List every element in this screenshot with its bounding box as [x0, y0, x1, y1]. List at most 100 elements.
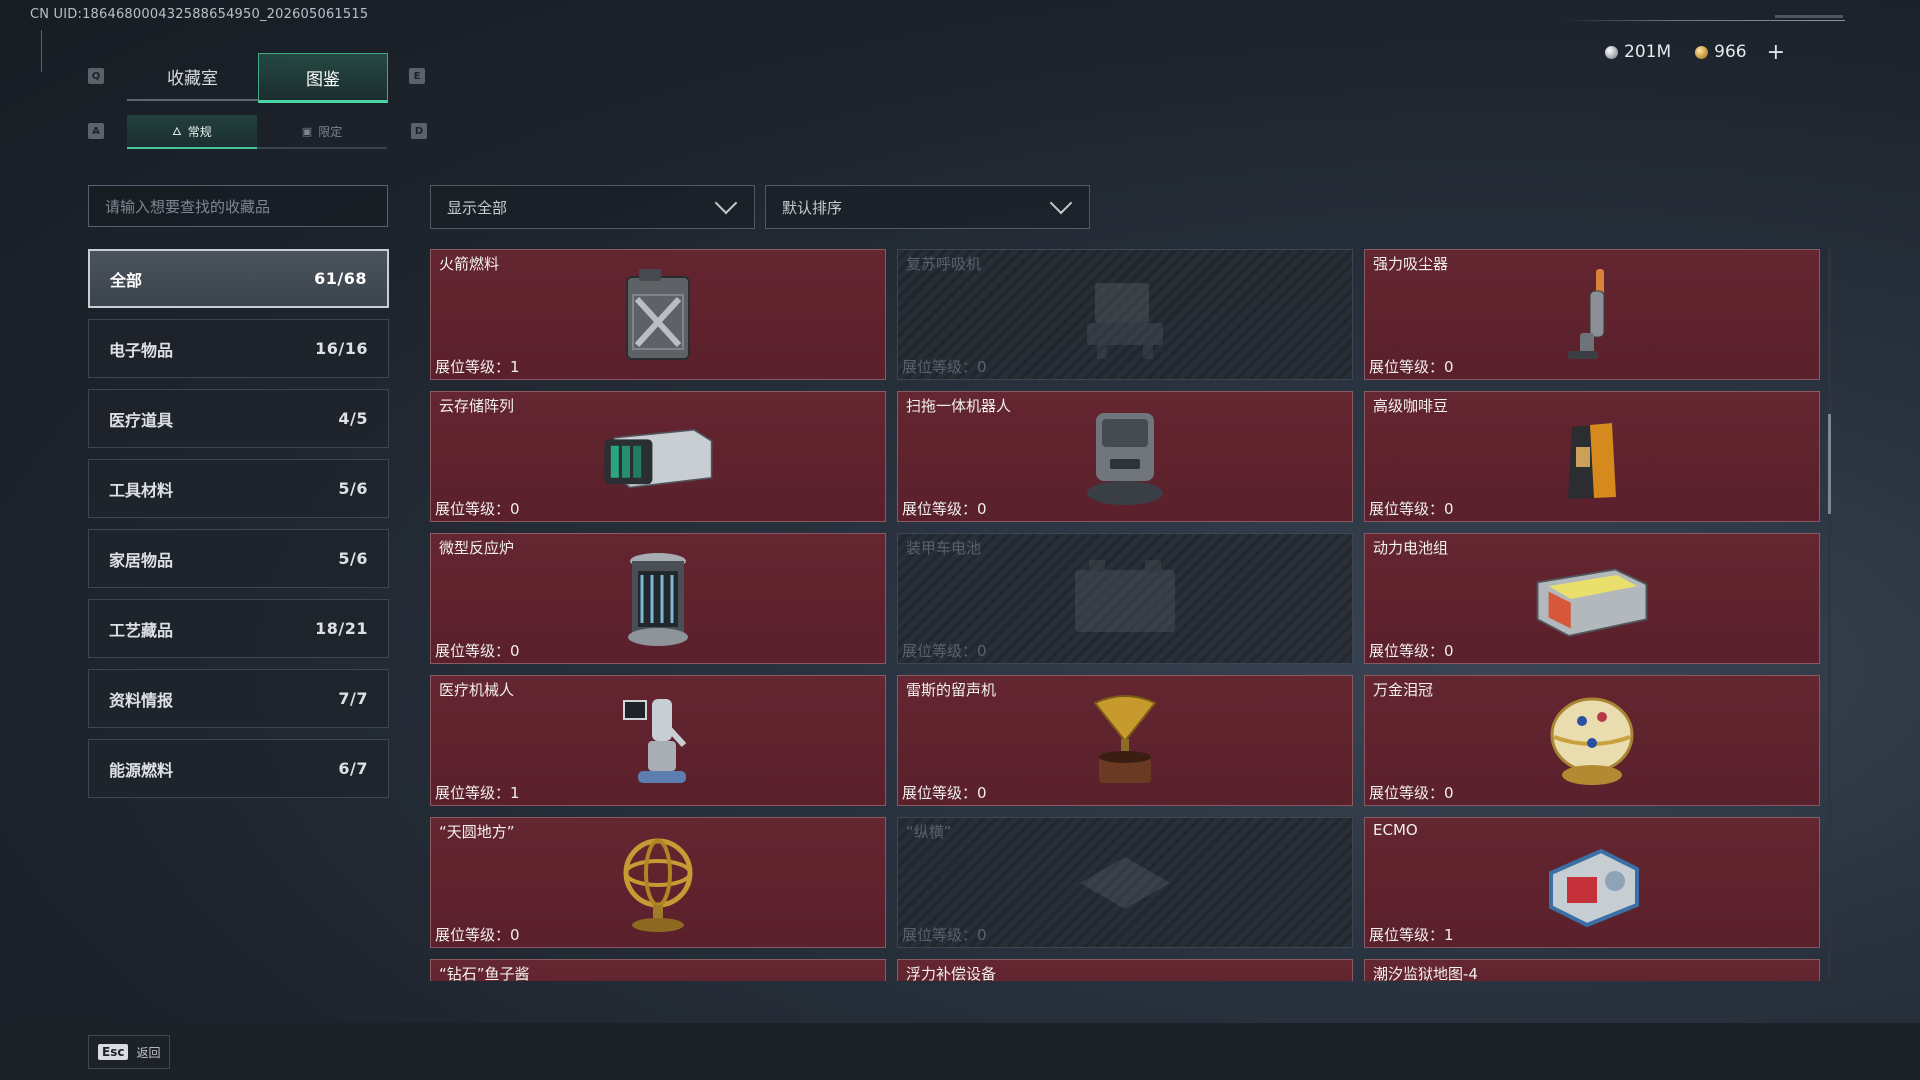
booth-level: 展位等级：1 [435, 356, 520, 377]
next-tab-key[interactable]: E [409, 68, 425, 84]
collection-card[interactable]: “纵横” 展位等级：0 [897, 817, 1353, 948]
booth-level: 展位等级：0 [902, 356, 987, 377]
collection-card[interactable]: 云存储阵列展位等级：0 [430, 391, 886, 522]
collection-card[interactable]: “天圆地方” 展位等级：0 [430, 817, 886, 948]
item-name: “天圆地方” [439, 823, 515, 841]
booth-level-value: 0 [977, 926, 987, 944]
booth-level-prefix: 展位等级： [1369, 500, 1445, 518]
item-name: 微型反应炉 [439, 539, 515, 557]
subtab-regular[interactable]: 🜂 常规 [127, 115, 257, 149]
item-name: “纵横” [906, 823, 952, 841]
category-household[interactable]: 家居物品 5/6 [88, 529, 389, 588]
category-label: 工艺藏品 [109, 620, 174, 640]
currency-bar: 201M 966 + [1605, 40, 1785, 65]
collection-card[interactable]: ECMO 展位等级：1 [1364, 817, 1820, 948]
back-button[interactable]: Esc 返回 [88, 1035, 170, 1069]
item-name: 复苏呼吸机 [906, 255, 982, 273]
category-electronics[interactable]: 电子物品 16/16 [88, 319, 389, 378]
booth-level-value: 1 [510, 358, 520, 376]
chevron-down-icon [1049, 191, 1073, 215]
category-all[interactable]: 全部 61/68 [88, 249, 389, 308]
category-medical[interactable]: 医疗道具 4/5 [88, 389, 389, 448]
item-grid-viewport[interactable]: 火箭燃料 展位等级：1 复苏呼吸机 展位等级：0 强力吸尘器 展位等级：0 云存储阵列 展位等… [430, 249, 1820, 981]
category-label: 电子物品 [109, 340, 174, 360]
booth-level: 展位等级：1 [435, 782, 520, 803]
grid-scrollbar-track[interactable] [1828, 249, 1831, 979]
item-name: 高级咖啡豆 [1373, 397, 1449, 415]
tab-collection-room[interactable]: 收藏室 [127, 53, 258, 101]
booth-level-value: 1 [1444, 926, 1454, 944]
booth-level-prefix: 展位等级： [435, 642, 511, 660]
booth-level-value: 0 [977, 358, 987, 376]
collection-card[interactable]: 微型反应炉展位等级：0 [430, 533, 886, 664]
grid-scrollbar-thumb[interactable] [1828, 414, 1831, 514]
booth-level: 展位等级：0 [902, 498, 987, 519]
item-name: 云存储阵列 [439, 397, 515, 415]
item-name: 强力吸尘器 [1373, 255, 1449, 273]
gold-amount: 966 [1714, 42, 1747, 62]
subtab-limited[interactable]: ▣ 限定 [257, 115, 387, 149]
booth-level: 展位等级：0 [435, 498, 520, 519]
category-energy[interactable]: 能源燃料 6/7 [88, 739, 389, 798]
booth-level: 展位等级：0 [902, 924, 987, 945]
category-label: 工具材料 [109, 480, 174, 500]
esc-key: Esc [98, 1044, 129, 1060]
collection-card[interactable]: 医疗机械人 展位等级：1 [430, 675, 886, 806]
collection-card[interactable]: 强力吸尘器展位等级：0 [1364, 249, 1820, 380]
battery-pack-icon [1532, 547, 1652, 651]
sort-dropdown[interactable]: 默认排序 [765, 185, 1090, 229]
category-count: 5/6 [338, 549, 368, 568]
collection-card[interactable]: 高级咖啡豆 展位等级：0 [1364, 391, 1820, 522]
collection-card[interactable]: 复苏呼吸机展位等级：0 [897, 249, 1353, 380]
booth-level-value: 0 [1444, 642, 1454, 660]
item-name: 雷斯的留声机 [906, 681, 997, 699]
vehicle-battery-icon [1065, 547, 1185, 651]
gold-coin-icon [1695, 45, 1709, 59]
category-tools[interactable]: 工具材料 5/6 [88, 459, 389, 518]
item-name: ECMO [1373, 821, 1418, 839]
ecmo-machine-icon [1532, 831, 1652, 935]
collection-card[interactable]: 浮力补偿设备 [897, 959, 1353, 981]
add-currency-button[interactable]: + [1767, 40, 1785, 65]
sub-tabs: 🜂 常规 ▣ 限定 [127, 115, 387, 149]
item-name: “钻石”鱼子酱 [439, 965, 530, 981]
prev-tab-key[interactable]: Q [88, 68, 104, 84]
medical-robot-icon [598, 689, 718, 793]
prev-subtab-key[interactable]: A [88, 123, 104, 139]
collection-card[interactable]: 扫拖一体机器人 展位等级：0 [897, 391, 1353, 522]
category-crafts[interactable]: 工艺藏品 18/21 [88, 599, 389, 658]
booth-level-prefix: 展位等级： [435, 358, 511, 376]
item-grid: 火箭燃料 展位等级：1 复苏呼吸机 展位等级：0 强力吸尘器 展位等级：0 云存储阵列 展位等… [430, 249, 1820, 981]
booth-level-prefix: 展位等级： [902, 358, 978, 376]
booth-level: 展位等级：0 [1369, 356, 1454, 377]
header-accent [1775, 15, 1843, 18]
collection-card[interactable]: 装甲车电池 展位等级：0 [897, 533, 1353, 664]
collection-card[interactable]: 雷斯的留声机展位等级：0 [897, 675, 1353, 806]
storage-array-icon [598, 405, 718, 509]
category-intel[interactable]: 资料情报 7/7 [88, 669, 389, 728]
mop-robot-icon [1065, 405, 1185, 509]
tab-codex[interactable]: 图鉴 [258, 53, 388, 103]
collection-card[interactable]: 动力电池组 展位等级：0 [1364, 533, 1820, 664]
collection-card[interactable]: 万金泪冠 展位等级：0 [1364, 675, 1820, 806]
collection-card[interactable]: “钻石”鱼子酱 [430, 959, 886, 981]
category-label: 家居物品 [109, 550, 174, 570]
booth-level-value: 0 [510, 500, 520, 518]
category-count: 5/6 [338, 479, 368, 498]
booth-level: 展位等级：0 [902, 640, 987, 661]
filter-dropdown[interactable]: 显示全部 [430, 185, 755, 229]
booth-level-value: 0 [510, 642, 520, 660]
booth-level-value: 0 [977, 784, 987, 802]
bcd-icon [1065, 973, 1185, 982]
booth-level: 展位等级：0 [435, 924, 520, 945]
next-subtab-key[interactable]: D [411, 123, 427, 139]
booth-level: 展位等级：0 [1369, 782, 1454, 803]
side-decoration [41, 30, 48, 72]
map-icon [1532, 973, 1652, 982]
collection-card[interactable]: 火箭燃料展位等级：1 [430, 249, 886, 380]
item-name: 火箭燃料 [439, 255, 500, 273]
search-input[interactable]: 请输入想要查找的收藏品 [88, 185, 388, 227]
collection-card[interactable]: 潮汐监狱地图-4 [1364, 959, 1820, 981]
booth-level-prefix: 展位等级： [902, 784, 978, 802]
category-label: 能源燃料 [109, 760, 174, 780]
